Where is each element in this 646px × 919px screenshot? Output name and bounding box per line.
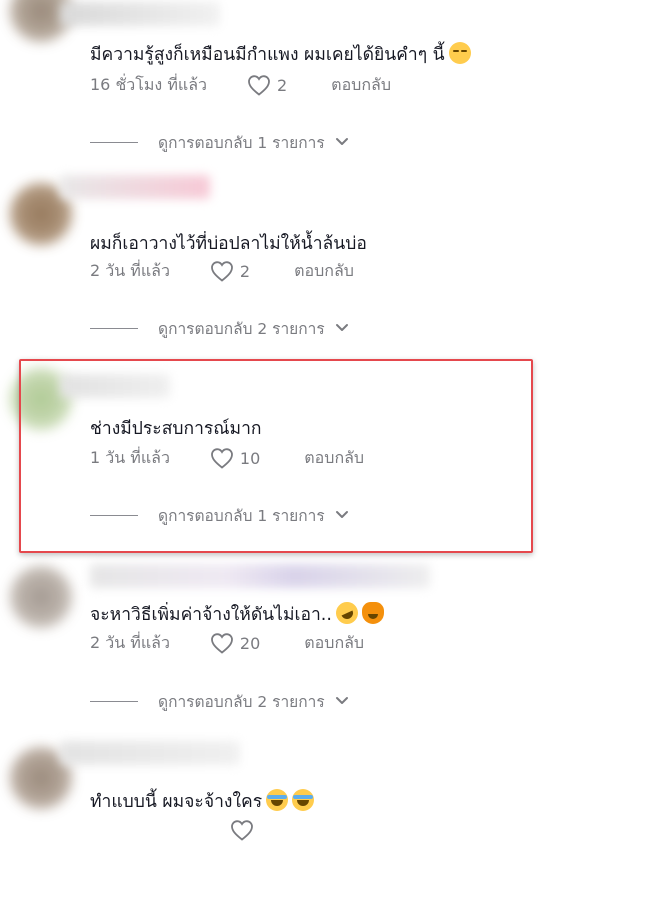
comment-item: ช่างมีประสบการณ์มาก 1 วัน ที่แล้ว 10 ตอบ…: [0, 360, 646, 546]
like-button[interactable]: 2: [210, 260, 250, 282]
joy-emoji: [266, 789, 289, 811]
heart-icon: [248, 75, 270, 96]
username-blurred[interactable]: [60, 741, 240, 765]
username-blurred[interactable]: [90, 564, 430, 588]
username-blurred[interactable]: [60, 175, 210, 199]
joy-emoji: [292, 789, 315, 811]
comment-meta: 2 วัน ที่แล้ว 2 ตอบกลับ: [90, 258, 354, 284]
view-replies-button[interactable]: ดูการตอบกลับ 1 รายการ: [90, 503, 349, 527]
comment-text: จะหาวิธีเพิ่มค่าจ้างให้ดันไม่เอา..: [90, 598, 384, 628]
comment-item: จะหาวิธีเพิ่มค่าจ้างให้ดันไม่เอา.. 2 วัน…: [0, 546, 646, 732]
comment-meta: 2 วัน ที่แล้ว 20 ตอบกลับ: [90, 630, 364, 656]
avatar[interactable]: [10, 566, 72, 628]
reply-button[interactable]: ตอบกลับ: [304, 631, 364, 656]
comment-item: ทำแบบนี้ ผมจะจ้างใคร: [0, 733, 646, 919]
heart-icon: [231, 820, 253, 841]
reply-button[interactable]: ตอบกลับ: [294, 259, 354, 284]
view-replies-label: ดูการตอบกลับ 2 รายการ: [158, 692, 325, 711]
like-button[interactable]: 20: [210, 632, 260, 654]
like-button[interactable]: 2: [247, 74, 287, 96]
view-replies-button[interactable]: ดูการตอบกลับ 2 รายการ: [90, 689, 349, 713]
like-count: 10: [239, 448, 261, 468]
chevron-down-icon: [335, 138, 348, 145]
comment-text: ช่างมีประสบการณ์มาก: [90, 419, 262, 439]
view-replies-label: ดูการตอบกลับ 2 รายการ: [158, 319, 325, 338]
view-replies-button[interactable]: ดูการตอบกลับ 2 รายการ: [90, 316, 349, 340]
pensive-face-emoji: [448, 42, 471, 64]
heart-icon: [211, 633, 233, 654]
like-count: 2: [239, 261, 251, 281]
comment-time: 2 วัน ที่แล้ว: [90, 632, 170, 652]
divider-line: [90, 141, 138, 143]
comment-text: ทำแบบนี้ ผมจะจ้างใคร: [90, 787, 315, 815]
like-button[interactable]: 10: [210, 447, 260, 469]
reply-button[interactable]: ตอบกลับ: [331, 73, 391, 98]
username-blurred[interactable]: [60, 374, 170, 398]
comment-time: 2 วัน ที่แล้ว: [90, 260, 170, 280]
comment-meta: 1 วัน ที่แล้ว 10 ตอบกลับ: [90, 445, 364, 471]
like-count: 20: [239, 633, 261, 653]
rofl-emoji: [332, 598, 362, 628]
divider-line: [90, 700, 138, 702]
heart-icon: [211, 448, 233, 469]
chevron-down-icon: [335, 324, 348, 331]
heart-icon: [211, 261, 233, 282]
comment-text: มีความรู้สูงก็เหมือนมีกำแพง ผมเคยได้ยินค…: [90, 40, 471, 68]
view-replies-label: ดูการตอบกลับ 1 รายการ: [158, 133, 325, 152]
comment-time: 1 วัน ที่แล้ว: [90, 447, 170, 467]
divider-line: [90, 327, 138, 329]
comment-time: 16 ชั่วโมง ที่แล้ว: [90, 74, 207, 94]
like-button[interactable]: [230, 819, 260, 841]
chevron-down-icon: [335, 697, 348, 704]
chevron-down-icon: [335, 511, 348, 518]
view-replies-label: ดูการตอบกลับ 1 รายการ: [158, 506, 325, 525]
divider-line: [90, 514, 138, 516]
comment-item: มีความรู้สูงก็เหมือนมีกำแพง ผมเคยได้ยินค…: [0, 0, 646, 174]
reply-button[interactable]: ตอบกลับ: [304, 446, 364, 471]
comment-meta: 16 ชั่วโมง ที่แล้ว 2 ตอบกลับ: [90, 72, 391, 98]
like-count: 2: [276, 75, 288, 95]
comment-text: ผมก็เอาวางไว้ที่บ่อปลาไม่ให้น้ำล้นบ่อ: [90, 234, 367, 254]
weary-cat-emoji: [361, 602, 384, 624]
username-blurred[interactable]: [60, 2, 220, 26]
view-replies-button[interactable]: ดูการตอบกลับ 1 รายการ: [90, 130, 349, 154]
comment-item: ผมก็เอาวางไว้ที่บ่อปลาไม่ให้น้ำล้นบ่อ 2 …: [0, 173, 646, 359]
